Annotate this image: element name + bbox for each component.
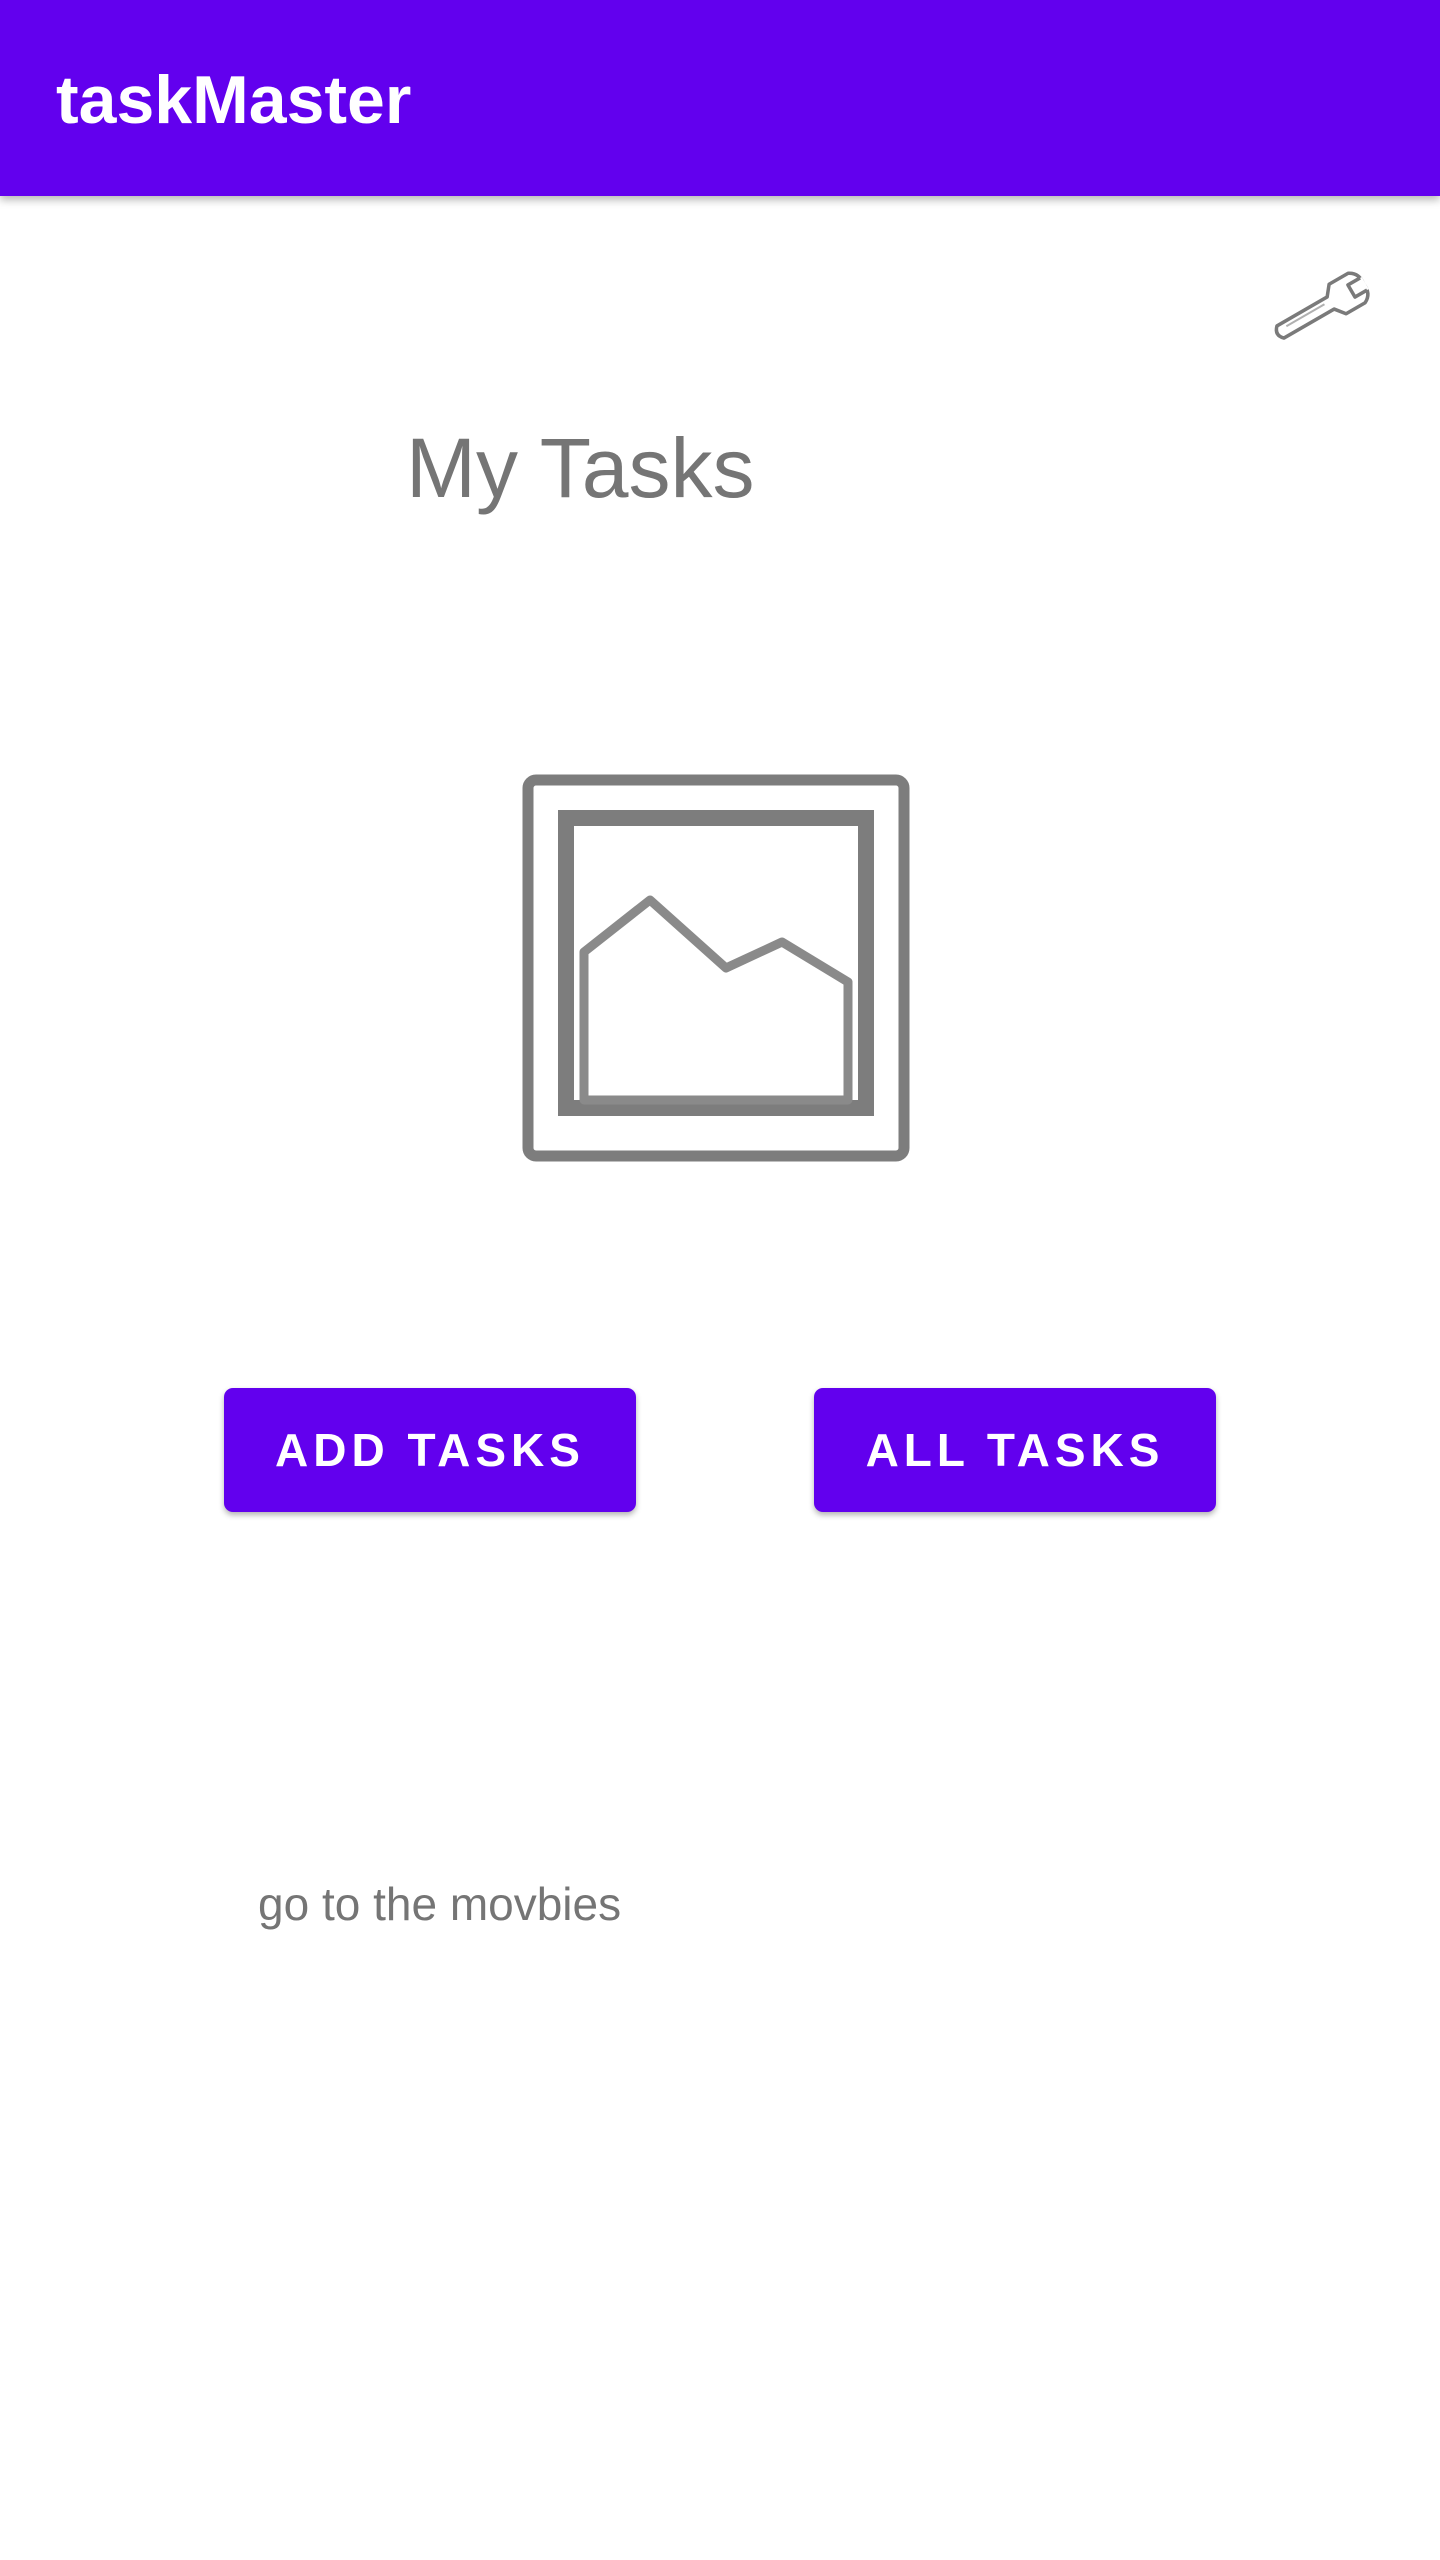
page-title: My Tasks — [406, 421, 755, 515]
app-title: taskMaster — [56, 62, 412, 138]
add-tasks-button[interactable]: ADD TASKS — [224, 1388, 636, 1512]
app-bar: taskMaster — [0, 0, 1440, 196]
task-item-text: go to the movbies — [258, 1878, 622, 1930]
settings-button[interactable] — [1262, 258, 1382, 358]
image-placeholder — [520, 772, 912, 1164]
image-placeholder-icon — [522, 774, 910, 1162]
all-tasks-button[interactable]: ALL TASKS — [814, 1388, 1216, 1512]
wrench-icon — [1274, 271, 1370, 340]
